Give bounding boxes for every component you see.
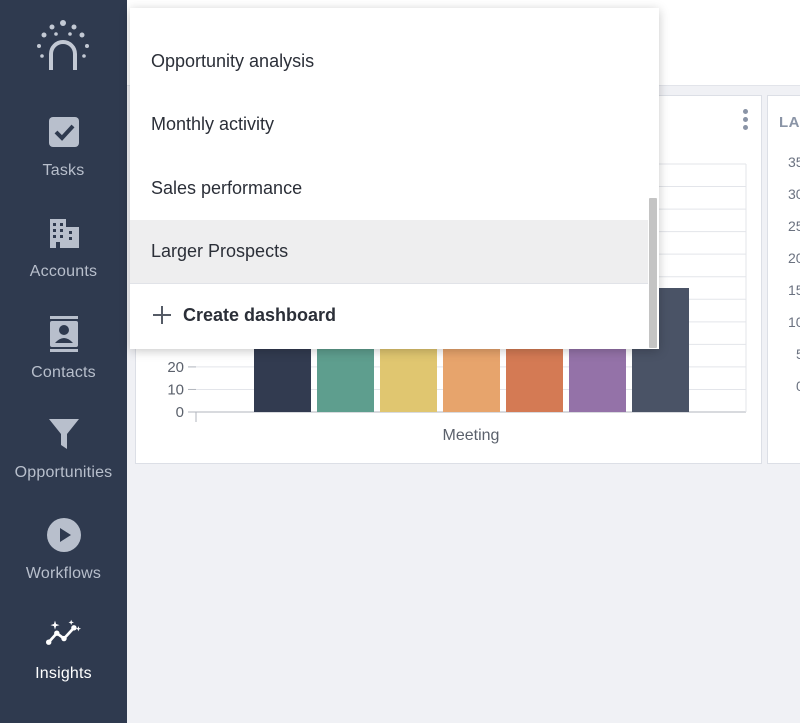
nav-contacts[interactable]: Contacts <box>0 316 127 412</box>
nav-opportunities-label: Opportunities <box>14 464 113 481</box>
check-square-icon <box>46 114 82 150</box>
nav-workflows-label: Workflows <box>25 565 102 582</box>
y-tick-label: 20 <box>167 359 184 376</box>
side-y-tick: 30 <box>788 186 800 202</box>
nav-insights-label: Insights <box>35 665 92 682</box>
side-y-tick: 15 <box>788 282 800 298</box>
nav-tasks[interactable]: Tasks <box>0 114 127 210</box>
nav-accounts[interactable]: Accounts <box>0 215 127 311</box>
nav-contacts-label: Contacts <box>31 364 96 381</box>
y-tick-label: 10 <box>167 381 184 398</box>
side-y-tick: 0 <box>796 378 800 394</box>
nav-insights[interactable]: Insights <box>0 617 127 713</box>
sparkle-trend-icon <box>45 617 82 653</box>
side-y-tick: 10 <box>788 314 800 330</box>
plus-icon <box>151 304 173 326</box>
side-widget-title: LA <box>779 114 800 131</box>
side-chart-widget: LA 35 30 25 20 15 10 5 0 <box>767 95 800 464</box>
y-tick-label: 0 <box>176 404 184 421</box>
menu-item-larger-prospects[interactable]: Larger Prospects <box>130 220 648 283</box>
menu-item-sales-performance[interactable]: Sales performance <box>130 157 648 220</box>
side-y-tick: 5 <box>796 346 800 362</box>
menu-item-opportunity-analysis[interactable]: Opportunity analysis <box>130 30 648 93</box>
building-icon <box>46 215 82 251</box>
play-circle-icon <box>46 517 82 553</box>
app-logo-icon[interactable] <box>34 18 92 74</box>
scrollbar-thumb[interactable] <box>649 198 657 348</box>
nav-workflows[interactable]: Workflows <box>0 517 127 613</box>
dashboard-dropdown-menu: Opportunity analysis Monthly activity Sa… <box>130 8 659 349</box>
side-y-tick: 35 <box>788 154 800 170</box>
create-dashboard-button[interactable]: Create dashboard <box>130 284 648 346</box>
sidebar: Tasks Accounts Contacts Opportunities Wo… <box>0 0 127 723</box>
nav-accounts-label: Accounts <box>29 263 98 280</box>
side-y-tick: 20 <box>788 250 800 266</box>
funnel-icon <box>46 416 82 452</box>
contact-card-icon <box>46 316 82 352</box>
side-y-tick: 25 <box>788 218 800 234</box>
menu-item-monthly-activity[interactable]: Monthly activity <box>130 93 648 156</box>
nav-tasks-label: Tasks <box>42 162 85 179</box>
create-dashboard-label: Create dashboard <box>183 304 337 325</box>
nav-opportunities[interactable]: Opportunities <box>0 416 127 512</box>
x-axis-label: Meeting <box>443 427 500 444</box>
